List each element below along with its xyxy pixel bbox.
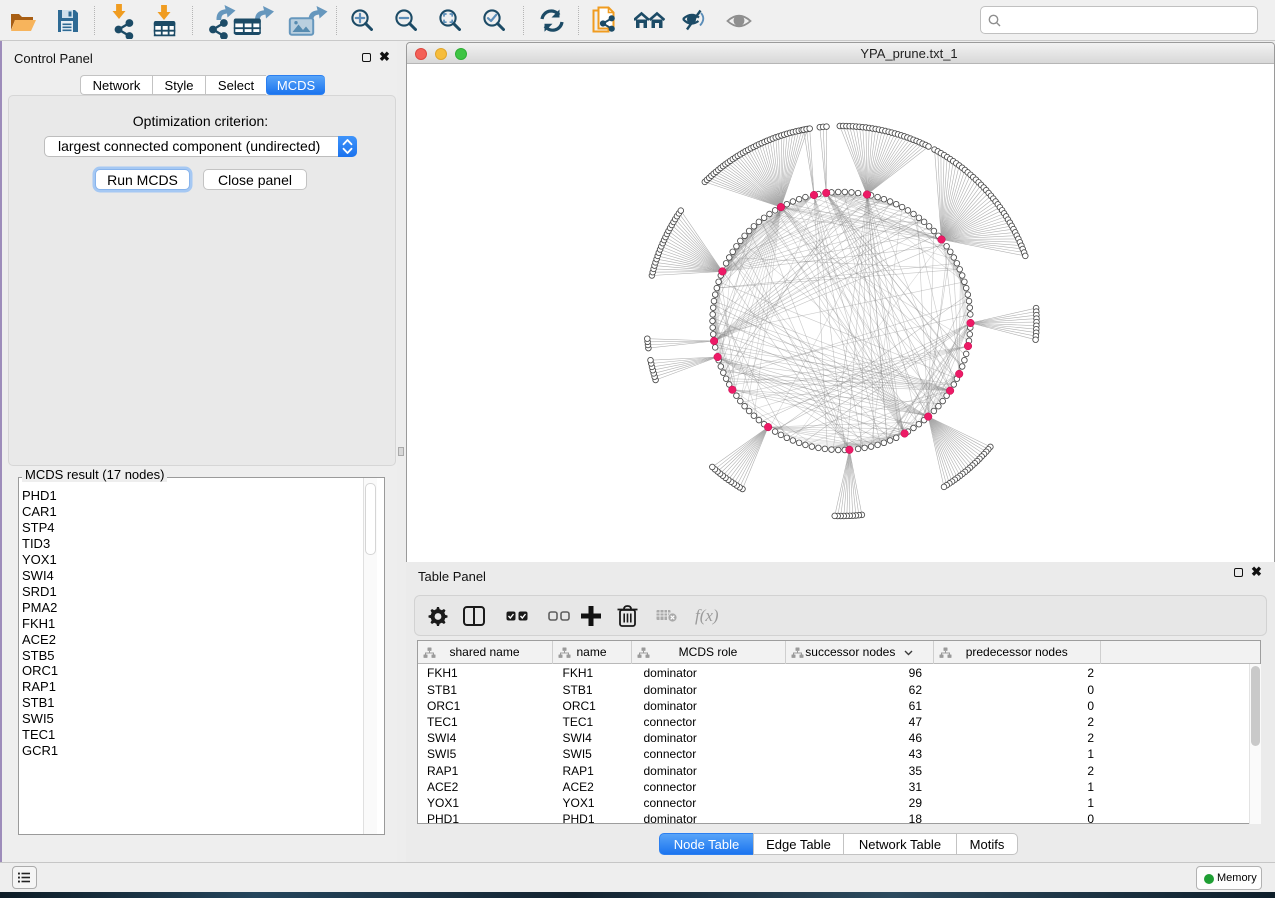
svg-text:f(x): f(x) xyxy=(695,606,719,625)
